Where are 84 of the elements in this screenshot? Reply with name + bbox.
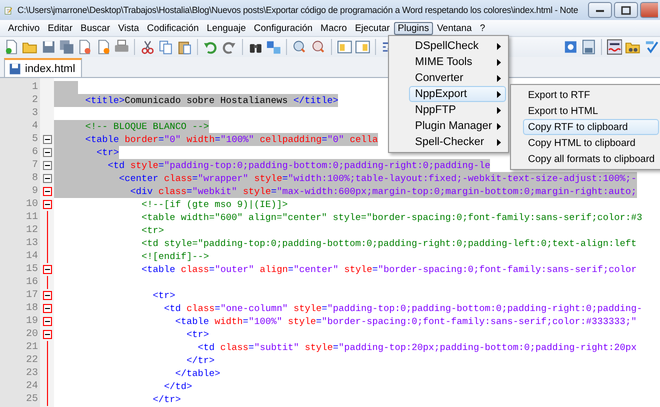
submenu-arrow-icon <box>497 90 501 98</box>
fold-minus-icon[interactable] <box>42 302 52 315</box>
fold-minus-icon[interactable] <box>42 172 52 185</box>
menu-item[interactable]: Copy all formats to clipboard <box>523 151 659 167</box>
zoom-in-icon[interactable] <box>292 39 308 55</box>
code-line: <table width="600" align="center" style="border-spacing:0;font-family:sans-serif;color:#3 <box>140 211 642 224</box>
save-icon <box>9 62 21 74</box>
code-line: <table class="outer" align="center" style="border-spacing:0;font-family:sans-serif;color <box>140 263 637 276</box>
maximize-button[interactable] <box>614 2 638 18</box>
paste-icon[interactable] <box>176 39 192 55</box>
menu-item[interactable]: Ejecutar <box>350 22 394 34</box>
submenu-arrow-icon <box>497 42 501 50</box>
menu-item[interactable]: Converter <box>409 70 506 86</box>
code-line: <!--[if (gte mso 9)|(IE)]> <box>140 198 288 211</box>
menu-item[interactable]: Editar <box>44 22 77 34</box>
menu-item[interactable]: Configuración <box>250 22 317 34</box>
close-all-icon[interactable] <box>96 39 111 55</box>
menu-item[interactable]: Export to RTF <box>523 87 659 103</box>
zoom-out-icon[interactable] <box>310 39 326 55</box>
print-icon[interactable] <box>114 39 130 55</box>
menu-item[interactable]: Copy RTF to clipboard <box>523 119 659 135</box>
menu-item[interactable]: MIME Tools <box>409 54 506 70</box>
fold-minus-icon[interactable] <box>42 198 52 211</box>
code-line: </table> <box>174 367 220 380</box>
fold-minus-icon[interactable] <box>42 315 52 328</box>
menu-item[interactable]: DSpellCheck <box>409 38 506 54</box>
copy-icon[interactable] <box>158 39 174 55</box>
fold-minus-icon[interactable] <box>42 159 52 172</box>
code-line: </tr> <box>152 393 181 406</box>
menu-item[interactable]: Buscar <box>76 22 114 34</box>
menu-item[interactable]: ? <box>476 22 490 34</box>
replace-icon[interactable] <box>266 39 282 55</box>
undo-icon[interactable] <box>203 39 218 55</box>
fold-minus-icon[interactable] <box>42 146 52 159</box>
save-icon[interactable] <box>40 39 56 55</box>
menu-item[interactable]: NppFTP <box>409 102 506 118</box>
maximize-icon <box>621 6 631 14</box>
menu-item[interactable]: Copy HTML to clipboard <box>523 135 659 151</box>
check-icon[interactable] <box>644 39 660 55</box>
window-split-icon[interactable] <box>336 39 352 55</box>
save-macro-icon[interactable] <box>580 39 596 55</box>
new-file-icon[interactable] <box>4 39 20 55</box>
code-line: <td style="padding-top:0;padding-bottom:0;padding-right:0;padding-left:0;text-align:left <box>140 237 637 250</box>
menu-item[interactable]: Export to HTML <box>523 103 659 119</box>
menu-item[interactable]: Lenguaje <box>202 22 250 34</box>
record-icon[interactable] <box>562 39 578 55</box>
code-line: <tr> <box>186 328 210 341</box>
minimize-button[interactable] <box>588 2 612 18</box>
menu-item[interactable]: Spell-Checker <box>409 134 506 150</box>
code-line: <table width="100%" style="border-spacing:0;font-family:sans-serif;color:#333333;" <box>174 315 637 328</box>
window-title: C:\Users\jmarrone\Desktop\Trabajos\Hostalia\Blog\Nuevos posts\Exportar código de programación a Word respetando los colores\index.html - Note <box>17 5 578 15</box>
menu-item[interactable]: NppExport <box>409 86 506 102</box>
code-line: <td class="subtit" style="padding-top:20px;padding-bottom:0;padding-right:20px <box>196 341 637 354</box>
fold-minus-icon[interactable] <box>42 185 52 198</box>
code-line: <td class="one-column" style="padding-top:0;padding-bottom:0;padding-right:0;padding- <box>163 302 642 315</box>
code-line: </td> <box>163 380 192 393</box>
menu-item[interactable]: Vista <box>114 22 144 34</box>
code-line: <tr> <box>140 224 164 237</box>
submenu-arrow-icon <box>497 122 501 130</box>
submenu-arrow-icon <box>497 138 501 146</box>
menu-item[interactable]: Archivo <box>4 22 44 34</box>
fold-minus-icon[interactable] <box>42 263 52 276</box>
close-file-icon[interactable] <box>77 39 93 55</box>
code-line: </tr> <box>186 354 215 367</box>
fold-minus-icon[interactable] <box>42 328 52 341</box>
minimize-icon <box>595 7 605 13</box>
submenu-arrow-icon <box>497 106 501 114</box>
menu-item[interactable]: Codificación <box>143 22 203 34</box>
submenu-arrow-icon <box>497 74 501 82</box>
submenu-arrow-icon <box>497 58 501 66</box>
code-line: <![endif]--> <box>140 250 210 263</box>
menu-item[interactable]: Ventana <box>432 22 476 34</box>
spellcheck-icon[interactable] <box>607 39 622 55</box>
save-all-icon[interactable] <box>58 39 74 55</box>
file-tab[interactable]: index.html <box>4 58 82 77</box>
menu-item[interactable]: Plugin Manager <box>409 118 506 134</box>
code-line: <tr> <box>152 289 176 302</box>
redo-icon[interactable] <box>221 39 237 55</box>
menu-item[interactable]: Macro <box>316 22 351 34</box>
window-split-icon[interactable] <box>355 39 370 55</box>
menu-item[interactable]: Plugins <box>394 22 433 34</box>
cut-icon[interactable] <box>140 39 156 55</box>
fold-minus-icon[interactable] <box>42 289 52 302</box>
fold-minus-icon[interactable] <box>42 133 52 146</box>
